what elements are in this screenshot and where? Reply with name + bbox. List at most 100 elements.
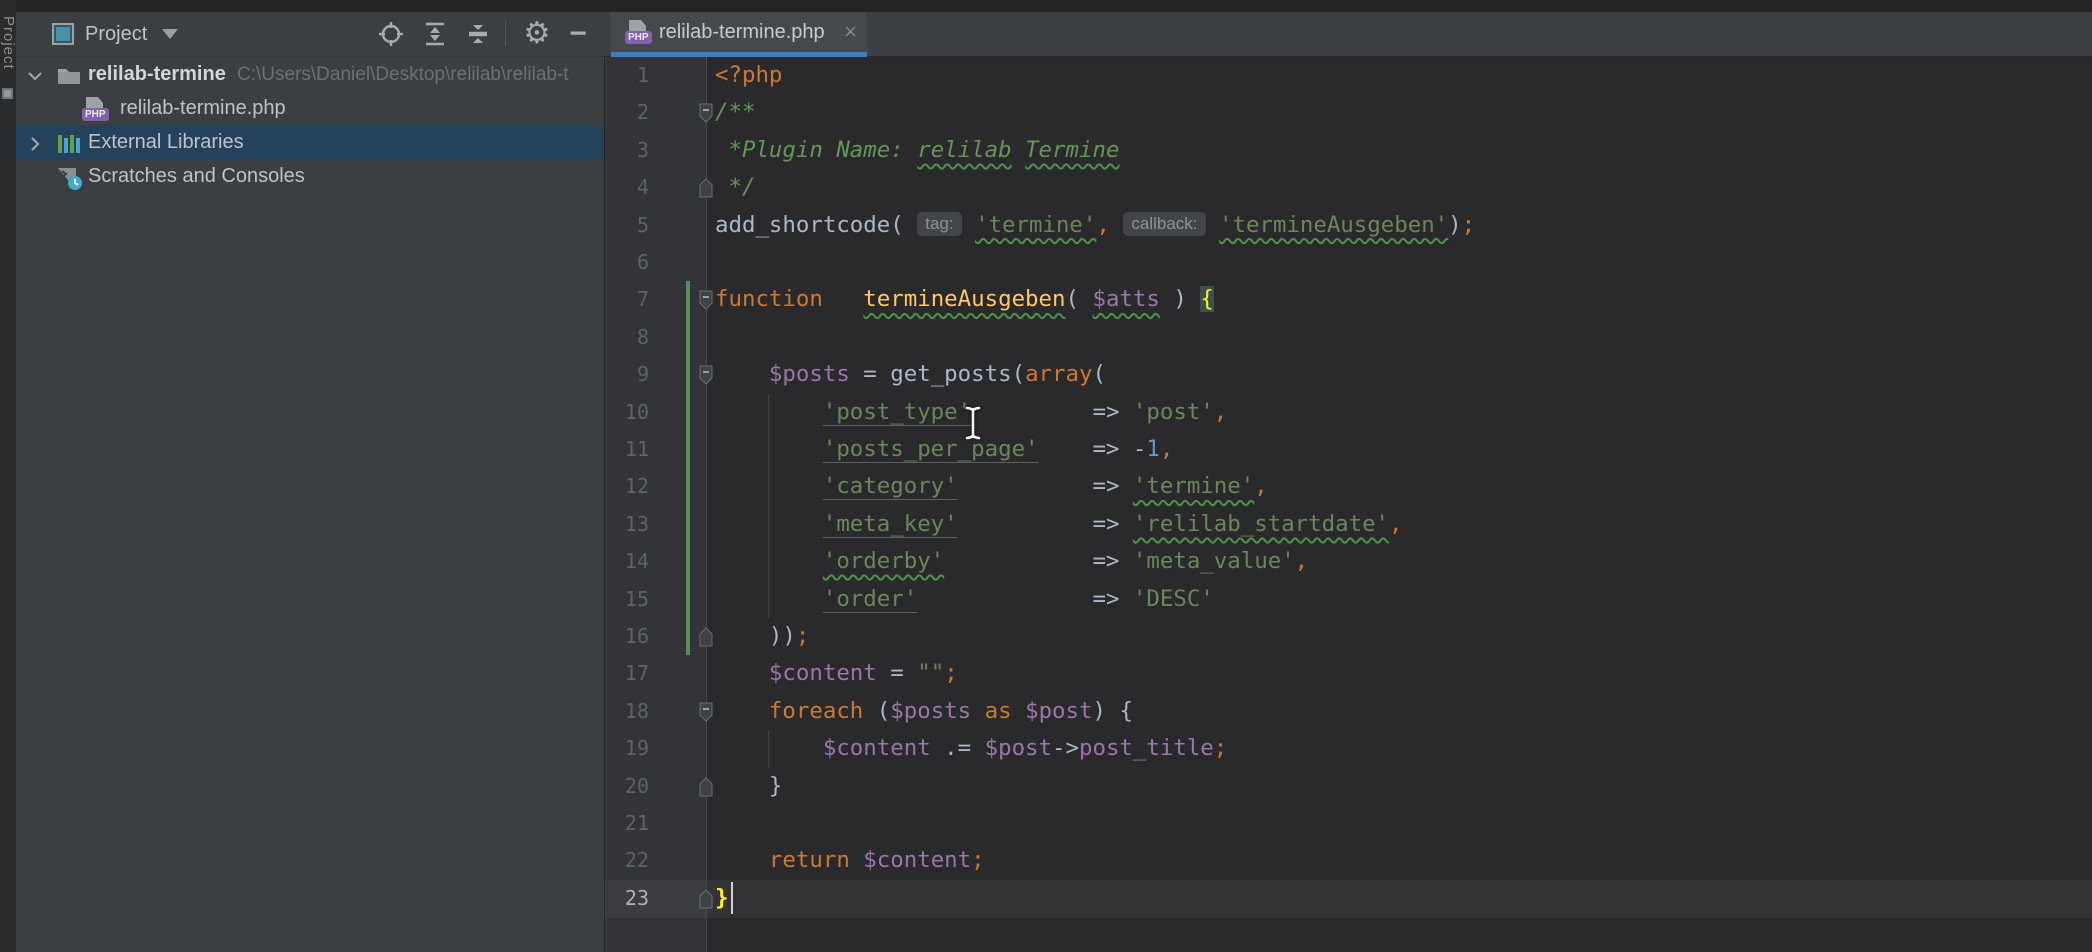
fold-marker-collapse-icon[interactable] xyxy=(698,103,714,123)
fold-marker-end-icon[interactable] xyxy=(698,889,714,909)
line-number-9: 9 xyxy=(609,356,649,393)
sidebar-item-relilab-termine[interactable]: relilab-termine C:\Users\Daniel\Desktop\r… xyxy=(16,58,604,92)
code-line-17[interactable]: 17 $content = ""; xyxy=(605,655,2092,692)
activity-stripe: Project xyxy=(0,0,16,952)
external-libraries-icon xyxy=(56,131,84,157)
code-line-9[interactable]: 9 $posts = get_posts(array( xyxy=(605,356,2092,393)
line-number-14: 14 xyxy=(609,543,649,580)
line-number-12: 12 xyxy=(609,468,649,505)
tree-item-path: C:\Users\Daniel\Desktop\relilab\relilab-… xyxy=(237,64,569,86)
mouse-cursor-ibeam xyxy=(960,404,986,447)
line-number-17: 17 xyxy=(609,655,649,692)
expand-all-button[interactable] xyxy=(421,20,449,48)
line-number-5: 5 xyxy=(609,207,649,244)
fold-marker-end-icon[interactable] xyxy=(698,777,714,797)
code-line-text: } xyxy=(715,880,728,917)
code-line-1[interactable]: 1<?php xyxy=(605,57,2092,94)
project-view-selector[interactable]: Project xyxy=(85,23,147,46)
code-line-text: add_shortcode( tag: 'termine', callback:… xyxy=(715,207,1475,244)
fold-marker-end-icon[interactable] xyxy=(698,178,714,198)
code-line-2[interactable]: 2 /** xyxy=(605,94,2092,131)
code-line-text: 'order' => 'DESC' xyxy=(715,581,1214,618)
panel-header-divider xyxy=(16,56,604,57)
line-number-6: 6 xyxy=(609,244,649,281)
code-line-18[interactable]: 18 foreach ($posts as $post) { xyxy=(605,693,2092,730)
code-line-text: foreach ($posts as $post) { xyxy=(715,693,1133,730)
tab-label: relilab-termine.php xyxy=(659,21,825,44)
tool-window-stripe-icon[interactable] xyxy=(2,88,13,99)
line-number-7: 7 xyxy=(609,281,649,318)
code-line-22[interactable]: 22 return $content; xyxy=(605,842,2092,879)
tree-item-label: relilab-termine.php xyxy=(120,97,286,120)
code-line-text: )); xyxy=(715,618,809,655)
code-line-text: */ xyxy=(715,169,755,206)
code-line-11[interactable]: 11 'posts_per_page' => -1, xyxy=(605,431,2092,468)
line-number-13: 13 xyxy=(609,506,649,543)
locate-button[interactable] xyxy=(377,20,405,48)
code-line-7[interactable]: 7 function termineAusgeben( $atts ) { xyxy=(605,281,2092,318)
code-line-5[interactable]: 5 add_shortcode( tag: 'termine', callback… xyxy=(605,207,2092,244)
code-line-text: 'category' => 'termine', xyxy=(715,468,1268,505)
minus-icon: − xyxy=(569,21,587,47)
code-line-19[interactable]: 19 $content .= $post->post_title; xyxy=(605,730,2092,767)
chevron-right-icon[interactable] xyxy=(26,135,44,153)
toolbar-separator xyxy=(505,20,506,46)
project-tool-window: Project ⚙ xyxy=(16,12,604,952)
line-number-15: 15 xyxy=(609,581,649,618)
code-line-14[interactable]: 14 'orderby' => 'meta_value', xyxy=(605,543,2092,580)
line-number-19: 19 xyxy=(609,730,649,767)
fold-marker-collapse-icon[interactable] xyxy=(698,365,714,385)
code-line-text: 'meta_key' => 'relilab_startdate', xyxy=(715,506,1403,543)
collapse-all-icon xyxy=(465,21,491,47)
project-stripe-label[interactable]: Project xyxy=(0,16,17,70)
settings-button[interactable]: ⚙ xyxy=(523,20,551,48)
close-icon[interactable]: × xyxy=(844,19,857,45)
collapse-all-button[interactable] xyxy=(464,20,492,48)
code-line-text: $posts = get_posts(array( xyxy=(715,356,1106,393)
code-line-13[interactable]: 13 'meta_key' => 'relilab_startdate', xyxy=(605,506,2092,543)
code-line-text: $content .= $post->post_title; xyxy=(715,730,1227,767)
code-line-text: 'posts_per_page' => -1, xyxy=(715,431,1173,468)
sidebar-item-relilab-termine-php[interactable]: PHP relilab-termine.php xyxy=(16,92,604,126)
code-line-text: 'orderby' => 'meta_value', xyxy=(715,543,1308,580)
hide-panel-button[interactable]: − xyxy=(564,20,592,48)
project-view-icon[interactable] xyxy=(52,23,74,45)
code-line-10[interactable]: 10 'post_type' => 'post', xyxy=(605,394,2092,431)
scratches-icon xyxy=(56,165,86,193)
fold-marker-collapse-icon[interactable] xyxy=(698,290,714,310)
text-caret xyxy=(731,882,733,914)
tree-item-label: relilab-termine xyxy=(88,63,226,86)
fold-marker-collapse-icon[interactable] xyxy=(698,702,714,722)
chevron-down-icon[interactable] xyxy=(162,29,178,39)
code-editor[interactable]: 1<?php2 /**3 *Plugin Name: relilab Termin… xyxy=(604,57,2092,952)
folder-icon xyxy=(56,63,82,87)
editor-tab-bar: PHP relilab-termine.php × xyxy=(604,12,2092,57)
code-line-21[interactable]: 21 xyxy=(605,805,2092,842)
code-line-6[interactable]: 6 xyxy=(605,244,2092,281)
code-line-text: function termineAusgeben( $atts ) { xyxy=(715,281,1214,318)
code-line-12[interactable]: 12 'category' => 'termine', xyxy=(605,468,2092,505)
sidebar-item-external-libraries[interactable]: External Libraries xyxy=(16,126,604,160)
line-number-2: 2 xyxy=(609,94,649,131)
code-line-text: <?php xyxy=(715,57,782,94)
code-line-8[interactable]: 8 xyxy=(605,319,2092,356)
code-line-text: $content = ""; xyxy=(715,655,958,692)
code-line-4[interactable]: 4 */ xyxy=(605,169,2092,206)
line-number-16: 16 xyxy=(609,618,649,655)
chevron-down-icon[interactable] xyxy=(26,67,44,85)
code-line-23[interactable]: 23} xyxy=(605,880,2092,917)
sidebar-item-scratches-and-consoles[interactable]: Scratches and Consoles xyxy=(16,160,604,194)
code-line-text: /** xyxy=(715,94,755,131)
code-line-20[interactable]: 20 } xyxy=(605,768,2092,805)
window-top-strip xyxy=(0,0,2092,12)
code-line-16[interactable]: 16 )); xyxy=(605,618,2092,655)
tab-relilab-termine-php[interactable]: PHP relilab-termine.php × xyxy=(611,12,867,57)
code-line-3[interactable]: 3 *Plugin Name: relilab Termine xyxy=(605,132,2092,169)
project-panel-header: Project ⚙ xyxy=(16,12,604,57)
php-file-icon: PHP xyxy=(82,97,108,123)
code-line-15[interactable]: 15 'order' => 'DESC' xyxy=(605,581,2092,618)
fold-marker-end-icon[interactable] xyxy=(698,627,714,647)
line-number-11: 11 xyxy=(609,431,649,468)
line-number-20: 20 xyxy=(609,768,649,805)
locate-icon xyxy=(378,21,404,47)
